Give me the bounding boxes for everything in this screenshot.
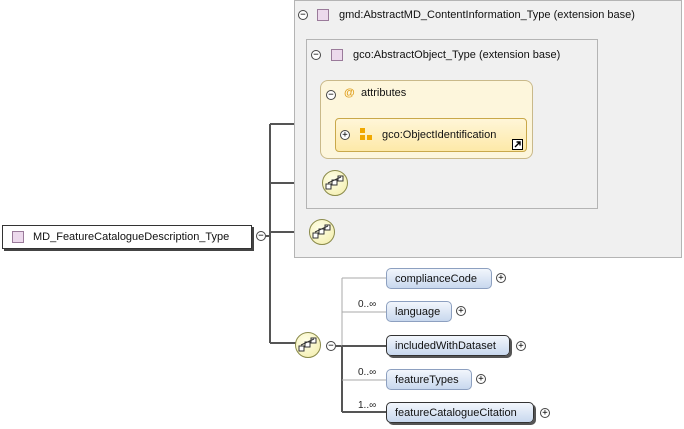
extension-outer-type-icon — [317, 9, 329, 21]
root-type-label: MD_FeatureCatalogueDescription_Type — [33, 231, 230, 243]
element-featurecataloguecitation-expand-button[interactable]: + — [540, 408, 550, 418]
attribute-icon — [360, 128, 372, 140]
element-featuretypes-cardinality: 0..∞ — [358, 367, 377, 378]
extension-inner-type-icon — [331, 49, 343, 61]
extension-outer-collapse-button[interactable]: − — [298, 10, 308, 20]
sequence-icon-main[interactable] — [295, 332, 321, 358]
attributes-label: attributes — [361, 87, 407, 99]
attribute-gco-objectidentification[interactable]: + gco:ObjectIdentification — [335, 118, 527, 152]
attributes-collapse-button[interactable]: − — [326, 90, 336, 100]
sequence-collapse-button[interactable]: − — [326, 341, 336, 351]
attributes-group: − @ attributes + gco:ObjectIdentificatio… — [320, 80, 533, 159]
sequence-icon-outer-extension[interactable] — [309, 219, 335, 245]
root-type-collapse-button[interactable]: − — [256, 231, 266, 241]
extension-outer-title: gmd:AbstractMD_ContentInformation_Type (… — [339, 9, 635, 21]
extension-inner-collapse-button[interactable]: − — [311, 50, 321, 60]
element-compliancecode[interactable]: complianceCode — [386, 268, 492, 289]
element-includedwithdataset-expand-button[interactable]: + — [516, 341, 526, 351]
element-language-expand-button[interactable]: + — [456, 306, 466, 316]
element-featuretypes[interactable]: featureTypes — [386, 369, 472, 390]
extension-inner-title: gco:AbstractObject_Type (extension base) — [353, 49, 561, 61]
root-type-md-featurecataloguedescription[interactable]: MD_FeatureCatalogueDescription_Type — [2, 225, 252, 249]
attribute-expand-button[interactable]: + — [340, 130, 350, 140]
element-featurecataloguecitation[interactable]: featureCatalogueCitation — [386, 402, 534, 423]
at-icon: @ — [344, 87, 355, 99]
sequence-icon-inner-extension[interactable] — [322, 170, 348, 196]
root-type-icon — [12, 231, 24, 243]
external-link-icon[interactable] — [512, 139, 523, 150]
element-compliancecode-expand-button[interactable]: + — [496, 273, 506, 283]
element-featuretypes-expand-button[interactable]: + — [476, 374, 486, 384]
element-language-cardinality: 0..∞ — [358, 299, 377, 310]
element-includedwithdataset[interactable]: includedWithDataset — [386, 335, 510, 356]
attribute-label: gco:ObjectIdentification — [382, 129, 497, 141]
element-featurecataloguecitation-cardinality: 1..∞ — [358, 400, 377, 411]
element-language[interactable]: language — [386, 301, 452, 322]
